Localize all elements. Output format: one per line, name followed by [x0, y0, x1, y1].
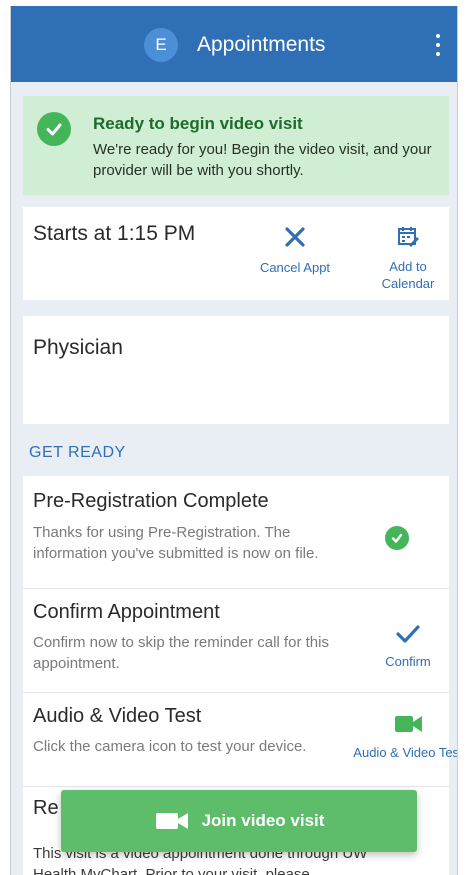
confirm-label: Confirm	[385, 654, 431, 669]
banner-message: We're ready for you! Begin the video vis…	[93, 141, 432, 179]
get-ready-heading: GET READY	[29, 444, 126, 461]
app-header: E Appointments	[11, 6, 457, 82]
confirm-button[interactable]: Confirm	[363, 623, 453, 670]
list-item-title: Audio & Video Test	[33, 705, 202, 727]
start-time: Starts at 1:15 PM	[33, 222, 196, 245]
list-item-confirm-appointment: Confirm Appointment Confirm now to skip …	[23, 589, 449, 693]
check-circle-icon	[37, 112, 71, 146]
join-video-visit-label: Join video visit	[201, 811, 325, 830]
add-to-calendar-label: Add to Calendar	[381, 259, 435, 291]
provider-name: Physician	[33, 336, 123, 359]
list-item-title: Confirm Appointment	[33, 601, 220, 623]
add-to-calendar-button[interactable]: Add to Calendar	[363, 225, 453, 292]
list-item-pre-registration: Pre-Registration Complete Thanks for usi…	[23, 476, 449, 589]
check-circle-icon	[385, 526, 409, 550]
cancel-appointment-button[interactable]: Cancel Appt	[249, 225, 341, 276]
cancel-appointment-label: Cancel Appt	[259, 260, 331, 275]
page-title: Appointments	[197, 33, 326, 56]
list-item-description: Click the camera icon to test your devic…	[33, 738, 307, 755]
audio-video-test-button[interactable]: Audio & Video Test	[353, 713, 458, 761]
ready-banner: Ready to begin video visit We're ready f…	[23, 96, 449, 195]
appointment-time-card: Starts at 1:15 PM Cancel Appt Add to Cal…	[23, 207, 449, 300]
banner-title: Ready to begin video visit	[93, 114, 303, 133]
video-camera-icon	[395, 716, 422, 732]
list-item-audio-video-test: Audio & Video Test Click the camera icon…	[23, 693, 457, 787]
calendar-icon	[398, 227, 419, 247]
list-item-title: Re	[33, 797, 59, 819]
checkmark-icon	[396, 625, 420, 643]
video-camera-icon	[155, 813, 188, 829]
list-item-description: Thanks for using Pre-Registration. The i…	[33, 524, 319, 562]
app-screen: E Appointments Ready to begin video visi…	[10, 6, 458, 875]
audio-video-test-label: Audio & Video Test	[353, 745, 458, 760]
list-item-description: Confirm now to skip the reminder call fo…	[33, 634, 329, 672]
provider-card[interactable]: Physician	[23, 316, 449, 424]
join-video-visit-button[interactable]: Join video visit	[61, 790, 417, 852]
close-icon	[285, 227, 305, 247]
user-avatar[interactable]: E	[144, 28, 178, 62]
list-item-title: Pre-Registration Complete	[33, 490, 269, 512]
more-vertical-icon[interactable]	[433, 34, 443, 56]
